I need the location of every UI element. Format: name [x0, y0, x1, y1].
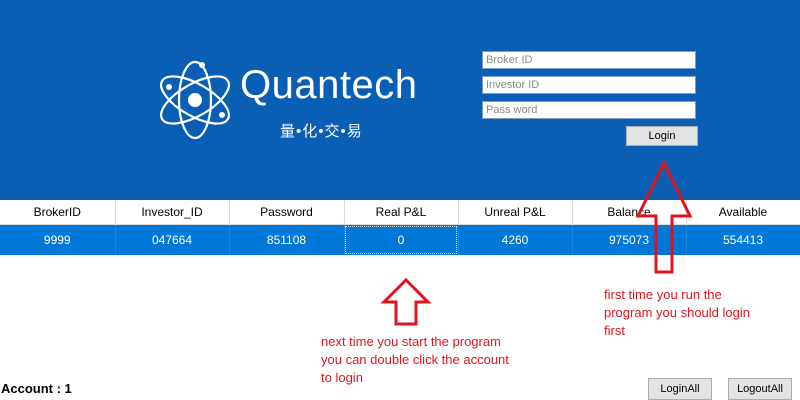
cell-password[interactable]: 851108 — [229, 224, 345, 255]
login-all-button[interactable]: LoginAll — [648, 378, 712, 400]
header-unreal-pnl[interactable]: Unreal P&L — [458, 200, 573, 225]
arrow-up-login-icon — [635, 160, 693, 274]
header-available[interactable]: Available — [686, 200, 800, 225]
atom-logo-icon — [160, 60, 230, 140]
brand-name: Quantech — [240, 63, 418, 107]
header-investor-id[interactable]: Investor_ID — [115, 200, 230, 225]
quantech-logo: Quantech 量•化•交•易 — [152, 57, 442, 147]
brand-subtitle: 量•化•交•易 — [280, 123, 363, 140]
cell-unreal-pnl[interactable]: 4260 — [458, 224, 573, 255]
login-button[interactable]: Login — [626, 126, 698, 146]
investor-id-input[interactable] — [482, 76, 696, 94]
cell-investor-id[interactable]: 047664 — [115, 224, 230, 255]
note-login-first: first time you run the program you shoul… — [604, 287, 750, 338]
logout-all-button[interactable]: LogoutAll — [728, 378, 792, 400]
account-count: Account : 1 — [1, 381, 72, 396]
header-password[interactable]: Password — [229, 200, 345, 225]
header-real-pnl[interactable]: Real P&L — [344, 200, 459, 225]
broker-id-input[interactable] — [482, 51, 696, 69]
header-broker-id[interactable]: BrokerID — [0, 200, 116, 225]
cell-broker-id[interactable]: 9999 — [0, 224, 116, 255]
note-double-click: next time you start the program you can … — [321, 334, 509, 385]
arrow-up-row-icon — [380, 277, 432, 326]
cell-real-pnl[interactable]: 0 — [344, 224, 459, 255]
cell-available[interactable]: 554413 — [686, 224, 800, 255]
password-input[interactable] — [482, 101, 696, 119]
